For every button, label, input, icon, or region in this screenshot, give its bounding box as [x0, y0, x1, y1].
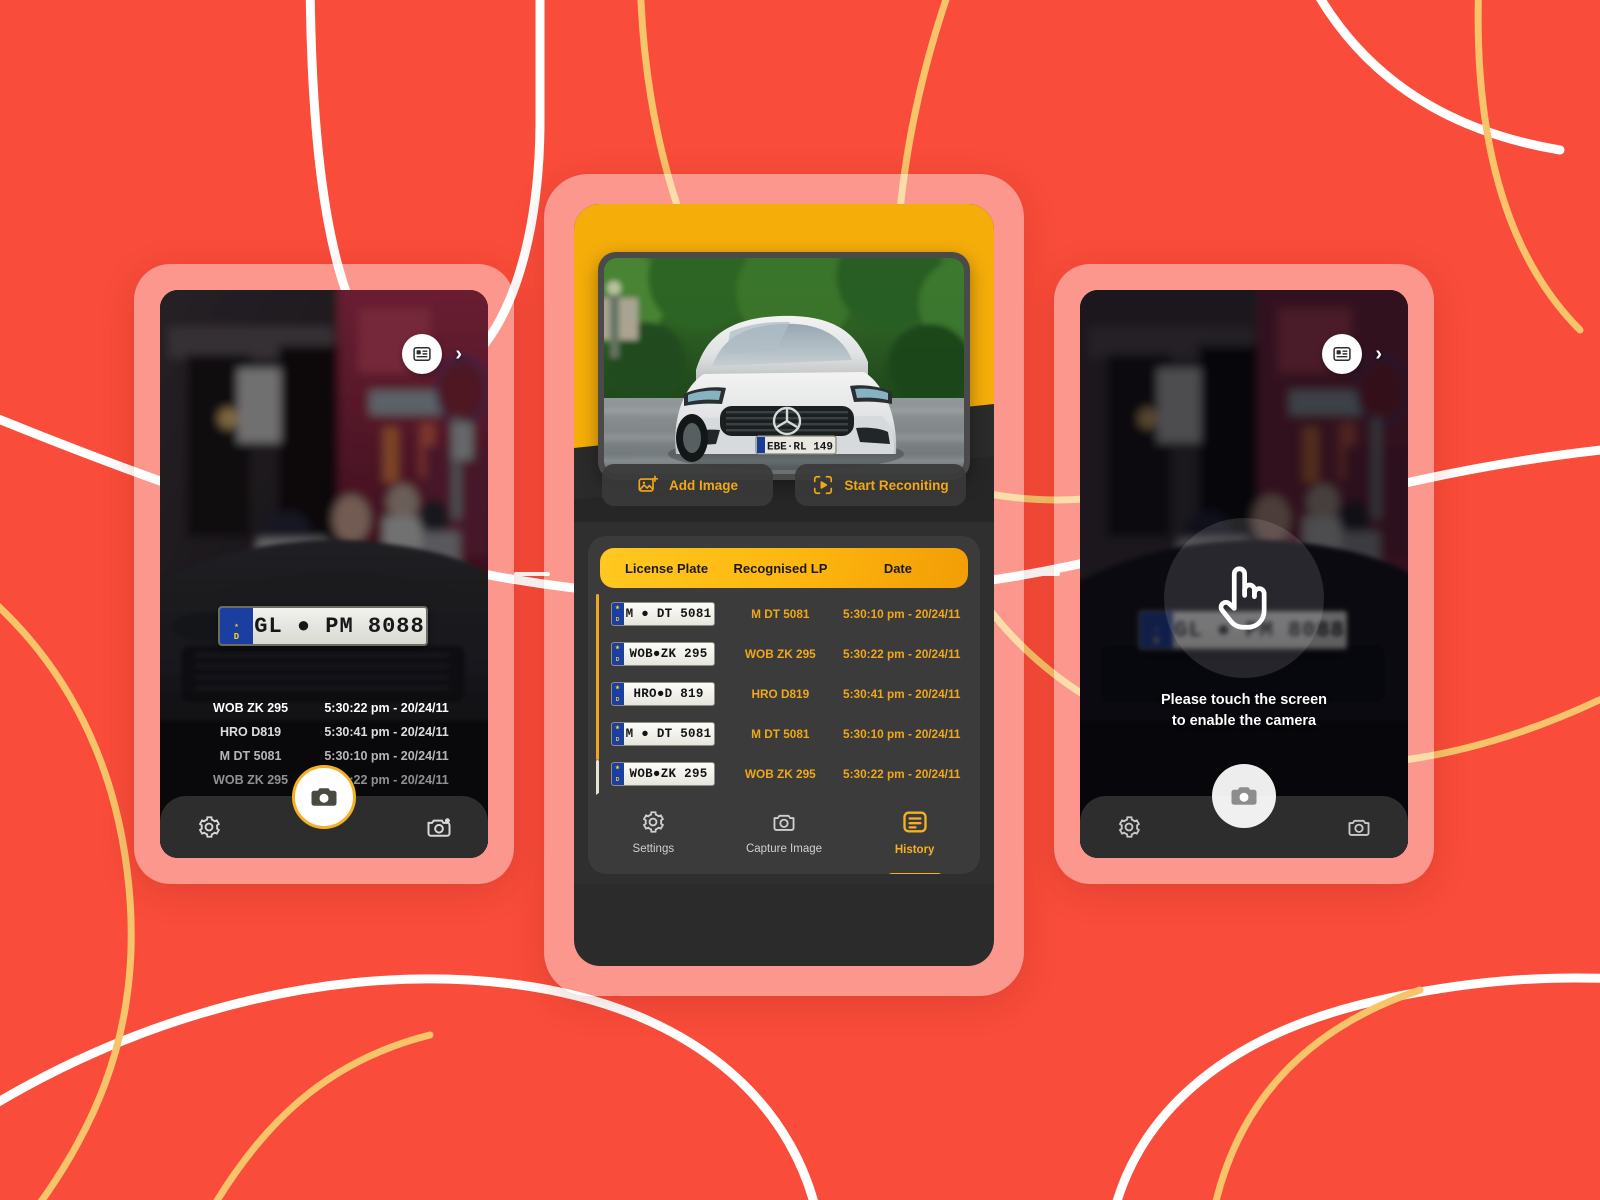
recognised-value: M DT 5081 — [751, 727, 810, 741]
recognised-value: WOB ZK 295 — [744, 647, 816, 661]
result-plate: M DT 5081 — [219, 749, 282, 763]
plate-thumbnail: ★ D WOB●ZK 295 — [610, 762, 715, 786]
camera-settings-icon — [427, 818, 451, 837]
date-value: 5:30:10 pm - 20/24/11 — [843, 607, 961, 621]
result-date: 5:30:10 pm - 20/24/11 — [324, 749, 449, 763]
history-section: License Plate Recognised LP Date ★ D M ● … — [574, 522, 994, 884]
right-screen[interactable]: ★ D GL ● PM 8088 Please touch the screen … — [1080, 290, 1408, 858]
plate-thumbnail-text: HRO●D 819 — [633, 687, 704, 701]
plate-thumbnail: ★ D WOB●ZK 295 — [610, 642, 715, 666]
list-document-icon-button[interactable] — [1322, 334, 1362, 374]
column-license-plate: License Plate — [624, 560, 709, 576]
settings-button[interactable] — [1114, 812, 1144, 842]
column-recognised-lp: Recognised LP — [733, 560, 828, 576]
scrollbar-thumb[interactable] — [596, 594, 599, 760]
result-plate: HRO D819 — [219, 725, 282, 739]
result-plate: WOB ZK 295 — [213, 701, 289, 715]
image-preview-frame[interactable]: EBE·RL 149 — [598, 252, 970, 480]
table-row[interactable]: ★ D M ● DT 5081 M DT 5081 5:30:10 pm - 20… — [600, 594, 968, 634]
touch-circle — [1164, 518, 1324, 678]
left-screen[interactable]: ★ D GL ● PM 8088 WOB ZK 295 5:30:22 pm -… — [160, 290, 488, 858]
nav-item-settings[interactable]: Settings — [589, 809, 718, 855]
plate-thumbnail: ★ D M ● DT 5081 — [610, 722, 715, 746]
nav-item-history[interactable]: History — [850, 808, 979, 874]
preview-section: EBE·RL 149 Add Image Start Reconiting — [574, 204, 994, 522]
gear-icon — [198, 816, 221, 838]
table-row[interactable]: ★D HRO●D 819 HRO D819 5:30:41 pm - 20/24… — [600, 674, 968, 714]
recognised-value: WOB ZK 295 — [744, 767, 816, 781]
recognised-value: HRO D819 — [751, 687, 810, 701]
list-document-icon-button[interactable] — [402, 334, 442, 374]
bottom-navigation: Settings Capture Image History — [588, 790, 980, 874]
chevron-right-icon[interactable]: › — [455, 344, 462, 364]
nav-label-settings: Settings — [632, 843, 675, 855]
detected-plate-text: GL ● PM 8088 — [254, 613, 425, 639]
camera-icon — [311, 788, 337, 806]
plate-eu-strip: ★ D — [220, 608, 253, 644]
settings-button[interactable] — [194, 812, 224, 842]
list-document-icon — [1333, 347, 1351, 361]
recognised-value: M DT 5081 — [751, 607, 810, 621]
add-image-label: Add Image — [668, 477, 738, 493]
center-screen: EBE·RL 149 Add Image Start Reconiting Li… — [574, 204, 994, 966]
list-item[interactable]: WOB ZK 295 5:30:22 pm - 20/24/11 — [178, 696, 470, 720]
play-scan-icon — [814, 475, 833, 495]
gear-icon — [1118, 816, 1141, 838]
add-image-button[interactable]: Add Image — [602, 464, 773, 506]
shutter-button[interactable] — [292, 765, 356, 829]
touch-hand-icon — [1218, 566, 1267, 630]
table-header: License Plate Recognised LP Date — [600, 548, 968, 588]
table-row[interactable]: ★ D M ● DT 5081 M DT 5081 5:30:10 pm - 20… — [600, 714, 968, 754]
gear-icon — [643, 811, 665, 833]
phone-right-frame: ★ D GL ● PM 8088 Please touch the screen … — [1054, 264, 1434, 884]
prompt-line-1: Please touch the screen — [1160, 692, 1327, 708]
date-value: 5:30:22 pm - 20/24/11 — [843, 767, 961, 781]
phone-center-frame: EBE·RL 149 Add Image Start Reconiting Li… — [544, 174, 1024, 996]
phone-left-frame: ★ D GL ● PM 8088 WOB ZK 295 5:30:22 pm -… — [134, 264, 514, 884]
plate-thumbnail-text: M ● DT 5081 — [625, 727, 712, 741]
nav-item-capture-image[interactable]: Capture Image — [719, 809, 848, 855]
nav-label-capture-image: Capture Image — [745, 843, 823, 855]
camera-permission-prompt[interactable]: Please touch the screen to enable the ca… — [1154, 518, 1334, 732]
table-row[interactable]: ★ D WOB●ZK 295 WOB ZK 295 5:30:22 pm - 20… — [600, 754, 968, 794]
camera-icon — [1231, 787, 1257, 805]
camera-switch-button[interactable] — [1344, 812, 1374, 842]
shutter-button[interactable] — [1212, 764, 1276, 828]
date-value: 5:30:22 pm - 20/24/11 — [843, 647, 961, 661]
result-date: 5:30:22 pm - 20/24/11 — [324, 701, 449, 715]
list-document-icon — [413, 347, 431, 361]
table-row[interactable]: ★ D WOB●ZK 295 WOB ZK 295 5:30:22 pm - 20… — [600, 634, 968, 674]
nav-label-history: History — [894, 844, 935, 856]
active-tab-indicator — [886, 873, 943, 874]
date-value: 5:30:10 pm - 20/24/11 — [843, 727, 961, 741]
column-date: Date — [883, 560, 912, 576]
plate-thumbnail: ★ D M ● DT 5081 — [610, 602, 715, 626]
preview-actions: Add Image Start Reconiting — [602, 464, 966, 506]
detected-plate: ★ D GL ● PM 8088 — [218, 606, 428, 646]
camera-icon — [773, 814, 795, 831]
camera-icon — [1348, 819, 1370, 836]
car-preview-image: EBE·RL 149 — [604, 258, 964, 474]
plate-thumbnail: ★D HRO●D 819 — [610, 682, 715, 706]
plate-thumbnail-text: M ● DT 5081 — [625, 607, 712, 621]
date-value: 5:30:41 pm - 20/24/11 — [843, 687, 961, 701]
chevron-right-icon[interactable]: › — [1375, 344, 1382, 364]
prompt-line-2: to enable the camera — [1171, 713, 1317, 730]
start-recogniting-button[interactable]: Start Reconiting — [795, 464, 966, 506]
camera-settings-button[interactable] — [424, 812, 454, 842]
start-recogniting-label: Start Reconiting — [844, 477, 949, 493]
plate-thumbnail-text: WOB●ZK 295 — [629, 647, 708, 661]
add-image-icon — [638, 475, 659, 492]
list-document-icon — [902, 811, 927, 833]
list-item[interactable]: HRO D819 5:30:41 pm - 20/24/11 — [178, 720, 470, 744]
result-date: 5:30:41 pm - 20/24/11 — [324, 725, 449, 739]
plate-thumbnail-text: WOB●ZK 295 — [629, 767, 708, 781]
